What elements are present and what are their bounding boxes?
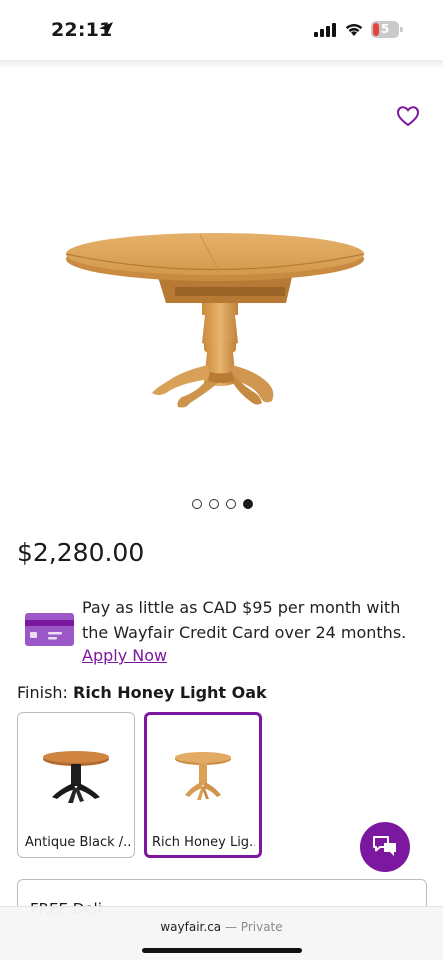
product-image[interactable] bbox=[60, 225, 370, 415]
swatch-label: Rich Honey Lig... bbox=[152, 835, 255, 850]
finish-label: Finish: bbox=[17, 683, 68, 702]
browser-address-bar[interactable]: wayfair.ca — Private bbox=[0, 906, 443, 960]
swatch-thumbnail bbox=[43, 751, 109, 803]
swatch-thumbnail bbox=[175, 752, 231, 800]
chat-bubbles-icon bbox=[373, 836, 396, 856]
pager-dot-active[interactable] bbox=[243, 499, 253, 509]
pager-dot[interactable] bbox=[209, 499, 219, 509]
header-divider bbox=[0, 60, 443, 68]
finish-option-antique-black[interactable]: Antique Black /... bbox=[17, 712, 135, 858]
battery-indicator: 5 bbox=[371, 21, 403, 38]
pager-dot[interactable] bbox=[226, 499, 236, 509]
location-arrow-icon bbox=[99, 22, 113, 36]
finish-option-rich-honey[interactable]: Rich Honey Lig... bbox=[144, 712, 262, 858]
home-indicator[interactable] bbox=[142, 948, 302, 953]
battery-level: 5 bbox=[380, 22, 390, 36]
wifi-icon bbox=[345, 24, 363, 36]
apply-now-link[interactable]: Apply Now bbox=[82, 645, 167, 667]
chat-button[interactable] bbox=[360, 822, 410, 872]
finish-heading: Finish: Rich Honey Light Oak bbox=[17, 682, 267, 704]
credit-offer-text: Pay as little as CAD $95 per month with … bbox=[82, 598, 407, 642]
url-domain: wayfair.ca bbox=[160, 920, 222, 934]
product-price: $2,280.00 bbox=[17, 538, 145, 567]
browsing-mode: Private bbox=[240, 920, 283, 934]
battery-cap bbox=[400, 27, 403, 32]
finish-value: Rich Honey Light Oak bbox=[73, 683, 267, 702]
status-bar: 22:11 5 bbox=[0, 0, 443, 60]
image-pager[interactable] bbox=[192, 499, 253, 509]
credit-card-icon bbox=[25, 613, 74, 646]
cellular-signal-icon bbox=[314, 23, 336, 37]
favorite-heart-icon[interactable] bbox=[396, 105, 420, 127]
pager-dot[interactable] bbox=[192, 499, 202, 509]
url-separator: — bbox=[224, 920, 237, 934]
url-line[interactable]: wayfair.ca — Private bbox=[0, 920, 443, 934]
swatch-label: Antique Black /... bbox=[25, 835, 130, 850]
